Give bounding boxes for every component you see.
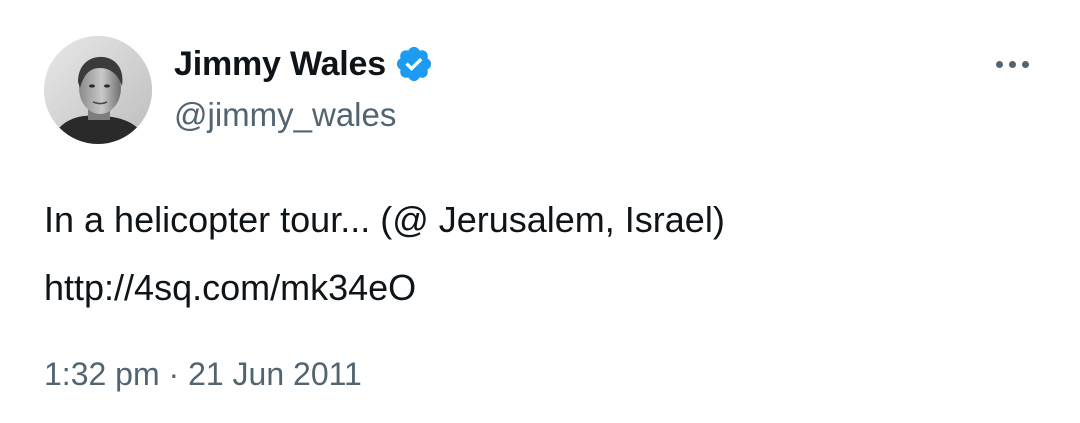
- tweet-link[interactable]: http://4sq.com/mk34eO: [44, 267, 416, 308]
- profile-photo-icon: [44, 36, 152, 144]
- author-name-row: Jimmy Wales: [174, 42, 434, 86]
- tweet-date: 21 Jun 2011: [188, 356, 362, 392]
- tweet-card: Jimmy Wales @jimmy_wales In a helicopter…: [0, 0, 1080, 423]
- more-options-button[interactable]: [984, 48, 1040, 80]
- verified-badge-icon[interactable]: [394, 44, 434, 84]
- tweet-timestamp[interactable]: 1:32 pm · 21 Jun 2011: [44, 356, 362, 393]
- more-horizontal-icon: [995, 60, 1003, 68]
- tweet-time: 1:32 pm: [44, 356, 160, 392]
- meta-separator: ·: [168, 356, 180, 392]
- author-handle[interactable]: @jimmy_wales: [174, 96, 396, 134]
- avatar[interactable]: [44, 36, 152, 144]
- author-display-name[interactable]: Jimmy Wales: [174, 45, 386, 84]
- tweet-text: In a helicopter tour... (@ Jerusalem, Is…: [44, 186, 1044, 322]
- more-dot: [1008, 60, 1016, 68]
- tweet-text-line: In a helicopter tour... (@ Jerusalem, Is…: [44, 199, 725, 240]
- more-dot: [1021, 60, 1029, 68]
